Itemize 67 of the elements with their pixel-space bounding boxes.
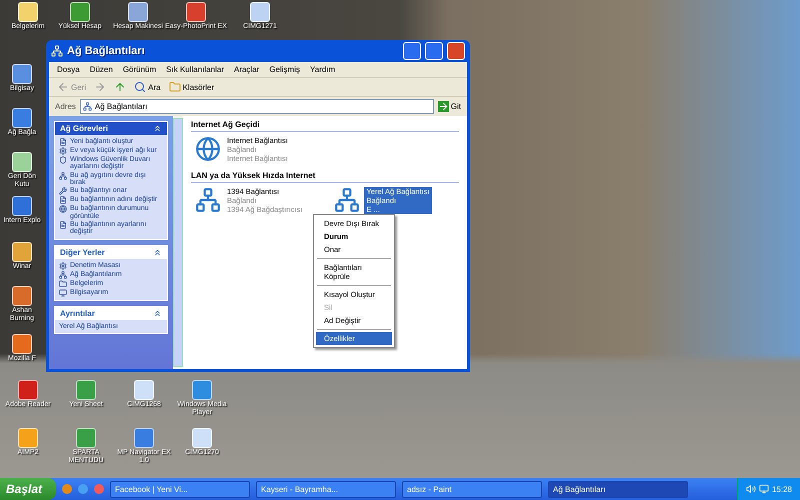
desktop-shortcut-icon[interactable] <box>12 334 32 354</box>
close-button[interactable] <box>447 42 465 60</box>
network-computers-icon[interactable] <box>195 187 221 213</box>
group-heading: Internet Ağ Geçidi <box>191 120 459 132</box>
maximize-button[interactable] <box>425 42 443 60</box>
desktop-shortcut-icon[interactable] <box>18 2 38 22</box>
folders-button[interactable]: Klasörler <box>168 81 214 93</box>
task-icon <box>59 172 67 180</box>
quick-launch-icon[interactable] <box>78 484 88 494</box>
panel-title: Ayrıntılar <box>60 308 95 318</box>
group-heading: LAN ya da Yüksek Hızda Internet <box>191 171 459 183</box>
taskbar-button[interactable]: adsız - Paint <box>402 480 542 498</box>
network-icon <box>51 45 63 57</box>
desktop-shortcut-icon[interactable] <box>12 64 32 84</box>
search-icon <box>134 81 146 93</box>
monitor-icon[interactable] <box>758 484 769 494</box>
menu-item[interactable]: Düzen <box>90 65 113 74</box>
up-arrow-icon[interactable] <box>114 81 126 93</box>
desktop-shortcut-icon[interactable] <box>134 428 154 448</box>
desktop-shortcut-icon[interactable] <box>70 2 90 22</box>
quick-launch-icon[interactable] <box>62 484 72 494</box>
desktop-shortcut-icon[interactable] <box>134 380 154 400</box>
collapse-icon[interactable] <box>153 308 162 318</box>
menu-item[interactable]: Araçlar <box>234 65 260 74</box>
forward-icon[interactable] <box>94 81 106 93</box>
quick-launch-icon[interactable] <box>94 484 104 494</box>
desktop-shortcut-icon[interactable] <box>250 2 270 22</box>
taskbar-button[interactable]: Ağ Bağlantıları <box>548 480 688 498</box>
back-arrow-icon <box>57 81 69 93</box>
desktop-shortcut-icon[interactable] <box>12 286 32 306</box>
panel-title: Diğer Yerler <box>60 248 105 257</box>
address-label: Adres <box>55 102 76 111</box>
start-button[interactable]: Başlat <box>0 478 56 500</box>
speaker-icon[interactable] <box>746 484 756 494</box>
desktop-shortcut-icon[interactable] <box>18 428 38 448</box>
taskbar-button[interactable]: Kayseri - Bayramha... <box>256 480 396 498</box>
folder-icon <box>168 81 181 93</box>
panel-title: Ağ Görevleri <box>60 124 108 133</box>
address-field[interactable]: Ağ Bağlantıları <box>80 99 434 114</box>
scrollbar[interactable] <box>173 116 183 369</box>
desktop-shortcut-icon[interactable] <box>76 380 96 400</box>
taskbar-button[interactable]: Facebook | Yeni Vi... <box>110 480 250 498</box>
desktop-shortcut-icon[interactable] <box>12 152 32 172</box>
desktop-shortcut-icon[interactable] <box>128 2 148 22</box>
desktop-shortcut-icon[interactable] <box>76 428 96 448</box>
search-button[interactable]: Ara <box>134 81 161 93</box>
desktop-shortcut-icon[interactable] <box>12 242 32 262</box>
window-title: Ağ Bağlantıları <box>67 45 146 57</box>
task-icon <box>59 221 67 230</box>
desktop-shortcut-icon[interactable] <box>192 380 212 400</box>
menu-item[interactable]: Dosya <box>57 65 80 74</box>
collapse-icon[interactable] <box>153 124 162 133</box>
minimize-button[interactable] <box>403 42 421 60</box>
menu-item[interactable]: Gelişmiş <box>269 65 300 74</box>
menu-item[interactable]: Sık Kullanılanlar <box>166 65 224 74</box>
go-button[interactable]: Git <box>438 101 461 112</box>
desktop-shortcut-icon[interactable] <box>192 428 212 448</box>
menu-item[interactable]: Yardım <box>310 65 336 74</box>
menu-item[interactable]: Görünüm <box>122 65 156 74</box>
desktop-shortcut-icon[interactable] <box>18 380 38 400</box>
desktop-shortcut-icon[interactable] <box>186 2 206 22</box>
desktop-shortcut-icon[interactable] <box>12 196 32 216</box>
network-computers-icon[interactable] <box>334 187 360 213</box>
network-icon <box>82 102 92 111</box>
collapse-icon[interactable] <box>153 248 162 257</box>
desktop-shortcut-icon[interactable] <box>12 108 32 128</box>
clock: 15:28 <box>772 484 792 494</box>
